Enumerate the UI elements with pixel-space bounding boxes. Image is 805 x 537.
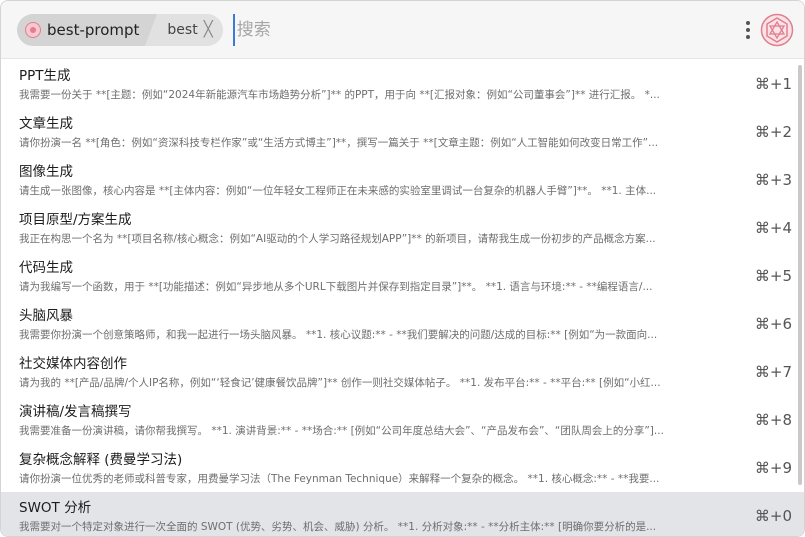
list-item[interactable]: 项目原型/方案生成我正在构思一个名为 **[项目名称/核心概念：例如“AI驱动的…: [1, 204, 804, 252]
list-item-title: 图像生成: [19, 164, 73, 180]
list-item-text: 演讲稿/发言稿撰写我需要准备一份演讲稿，请你帮我撰写。 **1. 演讲背景:**…: [19, 401, 742, 439]
shortcut-label: ⌘+9: [754, 459, 792, 477]
shortcut-label: ⌘+7: [754, 363, 792, 381]
shortcut-label: ⌘+5: [754, 267, 792, 285]
shortcut-label: ⌘+8: [754, 411, 792, 429]
list-item-text: 复杂概念解释 (费曼学习法) 请你扮演一位优秀的老师或科普专家，用费曼学习法（Th…: [19, 449, 742, 487]
shortcut-label: ⌘+3: [754, 171, 792, 189]
list-item[interactable]: 演讲稿/发言稿撰写我需要准备一份演讲稿，请你帮我撰写。 **1. 演讲背景:**…: [1, 396, 804, 444]
list-item-description: 请为我的 **[产品/品牌/个人IP名称，例如“‘轻食记’健康餐饮品牌”]** …: [19, 377, 661, 389]
list-item[interactable]: PPT生成我需要一份关于 **[主题：例如“2024年新能源汽车市场趋势分析”]…: [1, 60, 804, 108]
pink-circle-logo-icon: [25, 21, 41, 38]
search-input[interactable]: [232, 13, 742, 46]
scrollbar[interactable]: [798, 65, 802, 485]
list-item[interactable]: 文章生成请你扮演一名 **[角色：例如“资深科技专栏作家”或“生活方式博主”]*…: [1, 108, 804, 156]
chip-secondary-label: best: [167, 21, 198, 38]
list-item-title: 社交媒体内容创作: [19, 356, 127, 372]
launcher-window: best-prompt best ╳ PPT生成我需要一份关于 **[主题：例如…: [0, 0, 805, 537]
list-item[interactable]: SWOT 分析我需要对一个特定对象进行一次全面的 SWOT (优势、劣势、机会、…: [1, 492, 804, 536]
list-item-description: 请生成一张图像，核心内容是 **[主体内容：例如“一位年轻女工程师正在未来感的实…: [19, 185, 657, 197]
list-item-description: 我需要你扮演一个创意策略师，和我一起进行一场头脑风暴。 **1. 核心议题:**…: [19, 329, 658, 341]
list-item-text: SWOT 分析我需要对一个特定对象进行一次全面的 SWOT (优势、劣势、机会、…: [19, 497, 742, 535]
list-item-text: 项目原型/方案生成我正在构思一个名为 **[项目名称/核心概念：例如“AI驱动的…: [19, 209, 742, 247]
close-icon[interactable]: ╳: [204, 22, 213, 37]
list-item-description: 请你扮演一名 **[角色：例如“资深科技专栏作家”或“生活方式博主”]**，撰写…: [19, 137, 659, 149]
list-item-title: PPT生成: [19, 68, 71, 84]
list-item-text: 头脑风暴我需要你扮演一个创意策略师，和我一起进行一场头脑风暴。 **1. 核心议…: [19, 305, 742, 343]
list-item-text: 文章生成请你扮演一名 **[角色：例如“资深科技专栏作家”或“生活方式博主”]*…: [19, 113, 742, 151]
list-item-description: 我需要对一个特定对象进行一次全面的 SWOT (优势、劣势、机会、威胁) 分析。…: [19, 521, 657, 533]
header-actions: [742, 13, 794, 47]
list-item[interactable]: 图像生成请生成一张图像，核心内容是 **[主体内容：例如“一位年轻女工程师正在未…: [1, 156, 804, 204]
vertical-ellipsis-icon[interactable]: [742, 20, 754, 39]
list-item-text: 社交媒体内容创作请为我的 **[产品/品牌/个人IP名称，例如“‘轻食记’健康餐…: [19, 353, 742, 391]
shortcut-label: ⌘+6: [754, 315, 792, 333]
chip-best-prompt[interactable]: best-prompt: [17, 13, 158, 46]
list-item-title: 项目原型/方案生成: [19, 212, 132, 228]
list-item[interactable]: 社交媒体内容创作请为我的 **[产品/品牌/个人IP名称，例如“‘轻食记’健康餐…: [1, 348, 804, 396]
list-item[interactable]: 复杂概念解释 (费曼学习法) 请你扮演一位优秀的老师或科普专家，用费曼学习法（Th…: [1, 444, 804, 492]
list-item[interactable]: 代码生成请为我编写一个函数，用于 **[功能描述：例如“异步地从多个URL下载图…: [1, 252, 804, 300]
list-item-description: 我正在构思一个名为 **[项目名称/核心概念：例如“AI驱动的个人学习路径规划A…: [19, 233, 656, 245]
prompt-list: PPT生成我需要一份关于 **[主题：例如“2024年新能源汽车市场趋势分析”]…: [1, 60, 804, 536]
shortcut-label: ⌘+0: [754, 507, 792, 525]
chip-best[interactable]: best ╳: [151, 14, 222, 46]
list-item-title: 文章生成: [19, 116, 73, 132]
list-item-text: 代码生成请为我编写一个函数，用于 **[功能描述：例如“异步地从多个URL下载图…: [19, 257, 742, 295]
shortcut-label: ⌘+1: [754, 75, 792, 93]
list-item-title: 演讲稿/发言稿撰写: [19, 404, 132, 420]
list-item-description: 我需要一份关于 **[主题：例如“2024年新能源汽车市场趋势分析”]** 的P…: [19, 89, 660, 101]
chip-primary-label: best-prompt: [47, 20, 140, 39]
list-item-description: 请你扮演一位优秀的老师或科普专家，用费曼学习法（The Feynman Tech…: [19, 473, 660, 485]
list-item-description: 请为我编写一个函数，用于 **[功能描述：例如“异步地从多个URL下载图片并保存…: [19, 281, 653, 293]
pink-geometric-logo-icon[interactable]: [760, 13, 794, 47]
list-item-description: 我需要准备一份演讲稿，请你帮我撰写。 **1. 演讲背景:** - **场合:*…: [19, 425, 664, 437]
shortcut-label: ⌘+2: [754, 123, 792, 141]
search-header: best-prompt best ╳: [1, 1, 804, 59]
list-item[interactable]: 头脑风暴我需要你扮演一个创意策略师，和我一起进行一场头脑风暴。 **1. 核心议…: [1, 300, 804, 348]
context-chips: best-prompt best ╳: [17, 13, 223, 46]
list-item-title: 代码生成: [19, 260, 73, 276]
list-item-title: 头脑风暴: [19, 308, 73, 324]
list-item-title: 复杂概念解释 (费曼学习法): [19, 452, 183, 468]
list-item-text: PPT生成我需要一份关于 **[主题：例如“2024年新能源汽车市场趋势分析”]…: [19, 65, 742, 103]
list-item-title: SWOT 分析: [19, 500, 92, 516]
shortcut-label: ⌘+4: [754, 219, 792, 237]
list-item-text: 图像生成请生成一张图像，核心内容是 **[主体内容：例如“一位年轻女工程师正在未…: [19, 161, 742, 199]
